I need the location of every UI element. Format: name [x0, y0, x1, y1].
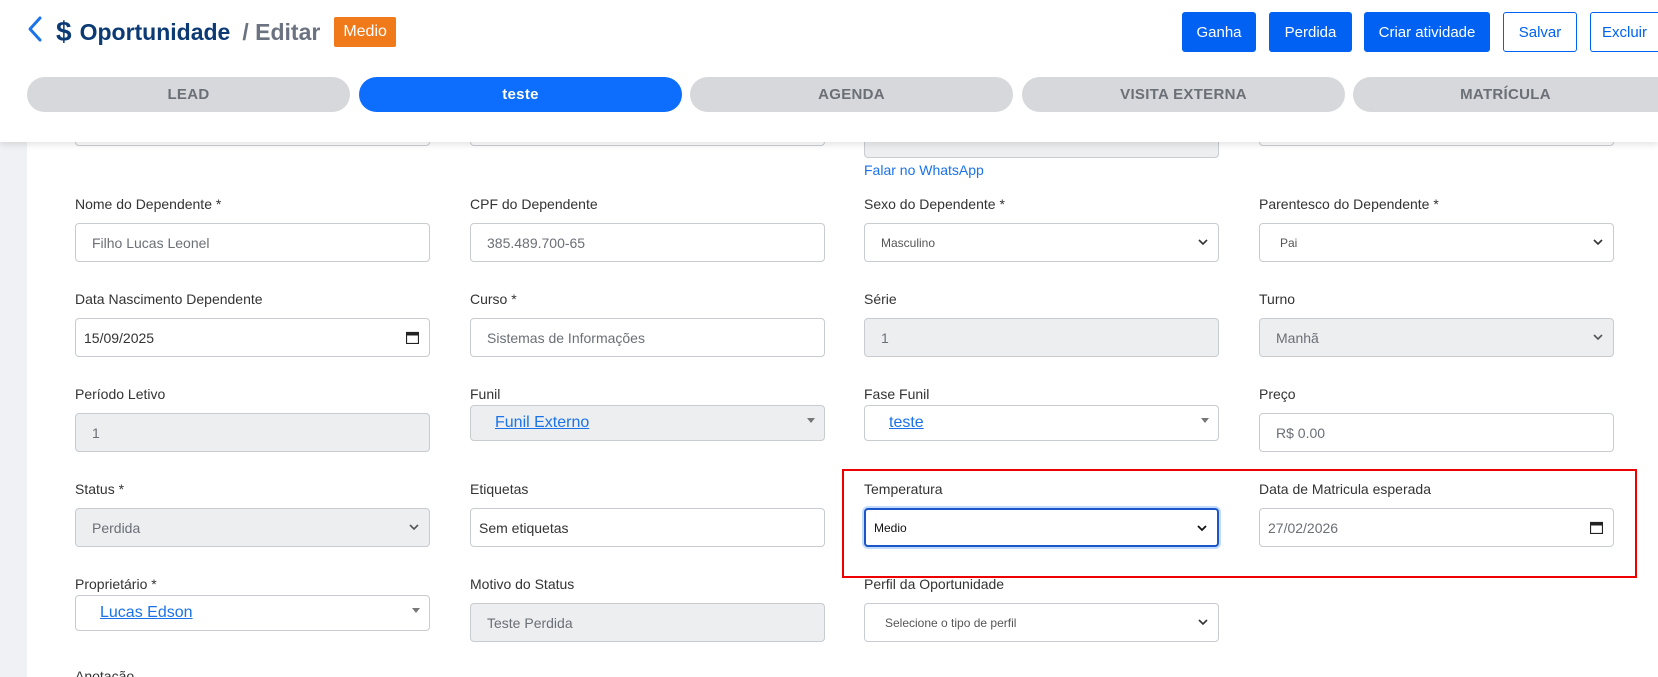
left-rail [0, 142, 27, 677]
back-arrow-icon[interactable] [24, 14, 48, 44]
chevron-down-icon [1593, 334, 1603, 341]
status-value: Perdida [92, 519, 141, 536]
course-input[interactable]: Sistemas de Informações [470, 318, 825, 357]
grade-input: 1 [864, 318, 1219, 357]
status-label: Status * [75, 481, 125, 497]
page-title: $ Oportunidade / Editar Medio [56, 16, 396, 48]
dependent-relation-select[interactable]: Pai [1259, 223, 1614, 262]
status-reason-input: Teste Perdida [470, 603, 825, 642]
dependent-sex-select[interactable]: Masculino [864, 223, 1219, 262]
chevron-down-icon [1198, 619, 1208, 626]
status-select: Perdida [75, 508, 430, 547]
stage-lead[interactable]: LEAD [27, 77, 350, 112]
dependent-cpf-label: CPF do Dependente [470, 196, 598, 212]
tags-label: Etiquetas [470, 481, 529, 497]
chevron-down-icon [1198, 239, 1208, 246]
page-subtitle: / Editar [242, 18, 321, 45]
page-title-text: Oportunidade [79, 18, 231, 45]
funnel-select[interactable]: Funil Externo [470, 405, 825, 441]
price-input[interactable]: R$ 0.00 [1259, 413, 1614, 452]
grade-label: Série [864, 291, 897, 307]
dependent-birth-value: 15/09/2025 [84, 329, 155, 346]
won-button[interactable]: Ganha [1182, 12, 1256, 52]
funnel-stage-value[interactable]: teste [889, 414, 924, 432]
caret-down-icon [807, 418, 815, 423]
shift-select: Manhã [1259, 318, 1614, 357]
owner-value[interactable]: Lucas Edson [100, 604, 193, 622]
caret-down-icon [1201, 418, 1209, 423]
temperature-badge: Medio [334, 17, 396, 47]
temperature-select[interactable]: Medio [864, 508, 1219, 547]
profile-select[interactable]: Selecione o tipo de perfil [864, 603, 1219, 642]
funnel-label: Funil [470, 386, 501, 402]
stage-agenda[interactable]: AGENDA [690, 77, 1013, 112]
course-label: Curso * [470, 291, 517, 307]
owner-select[interactable]: Lucas Edson [75, 595, 430, 631]
dependent-birth-input[interactable]: 15/09/2025 [75, 318, 430, 357]
dependent-relation-value: Pai [1280, 235, 1298, 250]
temperature-value: Medio [874, 520, 907, 535]
shift-value: Manhã [1276, 329, 1319, 346]
funnel-value[interactable]: Funil Externo [495, 414, 589, 432]
dependent-birth-label: Data Nascimento Dependente [75, 291, 263, 307]
status-reason-label: Motivo do Status [470, 576, 575, 592]
dollar-icon: $ [56, 16, 72, 47]
profile-value: Selecione o tipo de perfil [885, 615, 1017, 630]
chevron-down-icon [1593, 239, 1603, 246]
expected-enrollment-value: 27/02/2026 [1268, 519, 1339, 536]
annotation-label: Anotação [75, 668, 135, 677]
shift-label: Turno [1259, 291, 1296, 307]
stage-visita-externa[interactable]: VISITA EXTERNA [1022, 77, 1345, 112]
lost-button[interactable]: Perdida [1269, 12, 1352, 52]
dependent-sex-value: Masculino [881, 235, 936, 250]
dependent-relation-label: Parentesco do Dependente * [1259, 196, 1439, 212]
dependent-name-input[interactable]: Filho Lucas Leonel [75, 223, 430, 262]
calendar-icon[interactable] [1590, 521, 1603, 534]
save-button[interactable]: Salvar [1503, 12, 1577, 52]
whatsapp-link[interactable]: Falar no WhatsApp [864, 162, 984, 178]
expected-enrollment-input[interactable]: 27/02/2026 [1259, 508, 1614, 547]
school-period-label: Período Letivo [75, 386, 166, 402]
funnel-stage-select[interactable]: teste [864, 405, 1219, 441]
tags-input[interactable]: Sem etiquetas [470, 508, 825, 547]
dependent-name-label: Nome do Dependente * [75, 196, 222, 212]
stage-teste[interactable]: teste [359, 77, 682, 112]
chevron-down-icon [409, 524, 419, 531]
profile-label: Perfil da Oportunidade [864, 576, 1005, 592]
expected-enrollment-label: Data de Matricula esperada [1259, 481, 1431, 497]
chevron-down-icon [1197, 525, 1207, 532]
calendar-icon[interactable] [406, 331, 419, 344]
page-header: $ Oportunidade / Editar Medio Ganha Perd… [0, 0, 1658, 142]
dependent-cpf-input[interactable]: 385.489.700-65 [470, 223, 825, 262]
owner-label: Proprietário * [75, 576, 157, 592]
stage-matricula[interactable]: MATRÍCULA [1353, 77, 1658, 112]
create-activity-button[interactable]: Criar atividade [1364, 12, 1490, 52]
pipeline-stages: LEAD teste AGENDA VISITA EXTERNA MATRÍCU… [27, 77, 1658, 112]
delete-button[interactable]: Excluir [1590, 12, 1658, 52]
temperature-label: Temperatura [864, 481, 943, 497]
funnel-stage-label: Fase Funil [864, 386, 930, 402]
caret-down-icon [412, 608, 420, 613]
dependent-sex-label: Sexo do Dependente * [864, 196, 1005, 212]
price-label: Preço [1259, 386, 1296, 402]
school-period-input: 1 [75, 413, 430, 452]
